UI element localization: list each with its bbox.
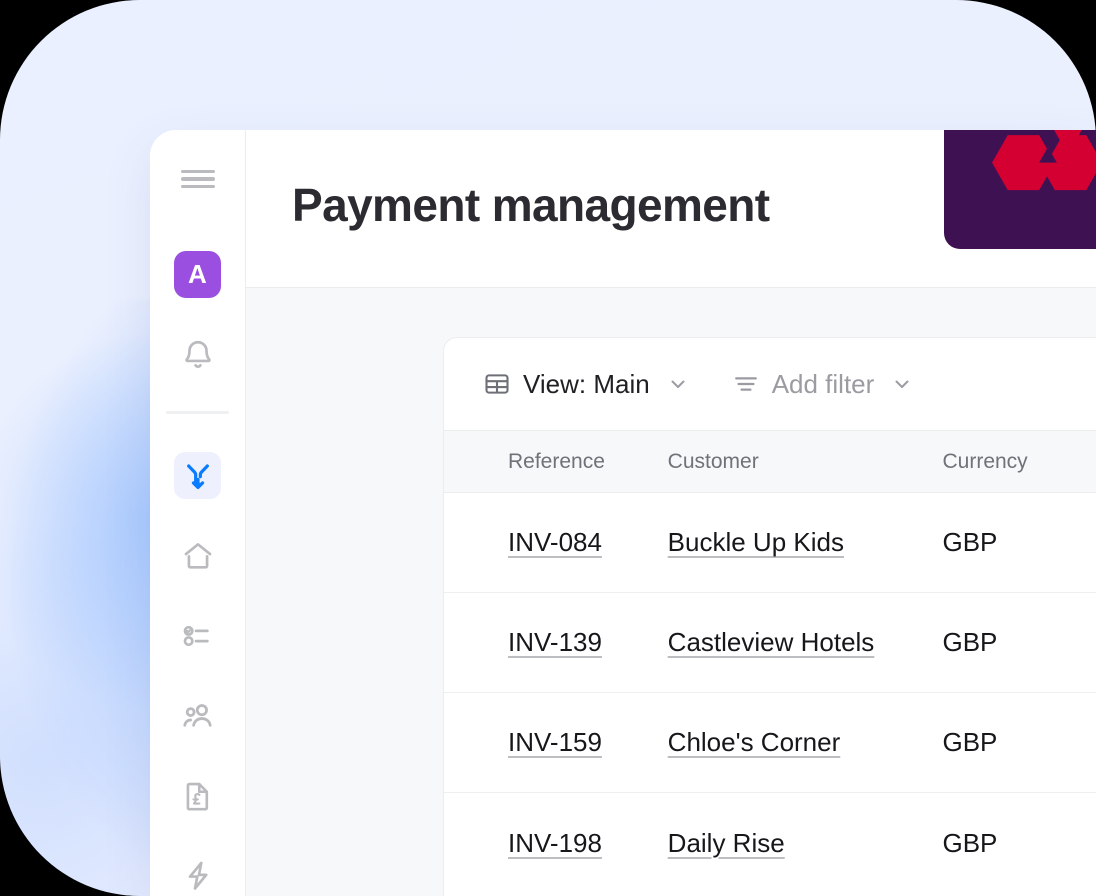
table-body: INV-084 Buckle Up Kids GBP INV-139 Castl… xyxy=(444,493,1096,893)
reference-link[interactable]: INV-198 xyxy=(508,828,602,858)
sidebar-item-automations[interactable] xyxy=(174,852,221,896)
table-row[interactable]: INV-159 Chloe's Corner GBP xyxy=(444,693,1096,793)
table-row[interactable]: INV-198 Daily Rise GBP xyxy=(444,793,1096,893)
sidebar-item-home[interactable] xyxy=(174,532,221,579)
filter-icon xyxy=(732,370,760,398)
customer-link[interactable]: Buckle Up Kids xyxy=(668,527,844,557)
brand-logo-badge xyxy=(944,130,1096,249)
invoice-pound-icon xyxy=(181,779,215,813)
table-row[interactable]: INV-084 Buckle Up Kids GBP xyxy=(444,493,1096,593)
customer-link[interactable]: Castleview Hotels xyxy=(668,627,875,657)
currency-value: GBP xyxy=(942,828,1096,859)
currency-value: GBP xyxy=(942,527,1096,558)
app-window: A xyxy=(150,130,1096,896)
hamburger-menu-icon[interactable] xyxy=(181,170,215,188)
merge-flow-icon xyxy=(182,460,214,492)
table-card: View: Main Add filt xyxy=(443,337,1096,896)
page-header: Payment management xyxy=(246,130,1096,288)
add-filter-label: Add filter xyxy=(772,369,875,400)
table-row[interactable]: INV-139 Castleview Hotels GBP xyxy=(444,593,1096,693)
page-title: Payment management xyxy=(292,178,769,232)
sidebar-rail: A xyxy=(150,130,246,896)
chevron-down-icon xyxy=(666,372,690,396)
chevron-down-icon xyxy=(890,372,914,396)
add-filter-button[interactable]: Add filter xyxy=(732,369,915,400)
reference-link[interactable]: INV-084 xyxy=(508,527,602,557)
currency-value: GBP xyxy=(942,727,1096,758)
bell-icon xyxy=(181,338,215,372)
sidebar-item-tasks[interactable] xyxy=(174,612,221,659)
column-header-customer: Customer xyxy=(668,450,943,474)
natwest-logo-icon xyxy=(988,130,1096,198)
sidebar-item-customers[interactable] xyxy=(174,692,221,739)
view-selector[interactable]: View: Main xyxy=(483,369,690,400)
checklist-icon xyxy=(181,619,215,653)
column-header-reference: Reference xyxy=(444,450,668,474)
column-header-currency: Currency xyxy=(942,450,1096,474)
sidebar-item-flows[interactable] xyxy=(174,452,221,499)
customer-link[interactable]: Daily Rise xyxy=(668,828,785,858)
avatar[interactable]: A xyxy=(174,251,221,298)
view-label: View: Main xyxy=(523,369,650,400)
table-header-row: Reference Customer Currency xyxy=(444,430,1096,493)
reference-link[interactable]: INV-139 xyxy=(508,627,602,657)
reference-link[interactable]: INV-159 xyxy=(508,727,602,757)
table-toolbar: View: Main Add filt xyxy=(444,338,1096,430)
sidebar-item-notifications[interactable] xyxy=(174,331,221,378)
sidebar-item-invoices[interactable] xyxy=(174,772,221,819)
sidebar-divider xyxy=(166,411,229,414)
table-icon xyxy=(483,370,511,398)
customer-link[interactable]: Chloe's Corner xyxy=(668,727,841,757)
screenshot-stage: A xyxy=(0,0,1096,896)
main-panel: Payment management xyxy=(246,130,1096,896)
lightning-icon xyxy=(181,859,215,893)
people-icon xyxy=(180,698,216,734)
home-icon xyxy=(181,539,215,573)
currency-value: GBP xyxy=(942,627,1096,658)
